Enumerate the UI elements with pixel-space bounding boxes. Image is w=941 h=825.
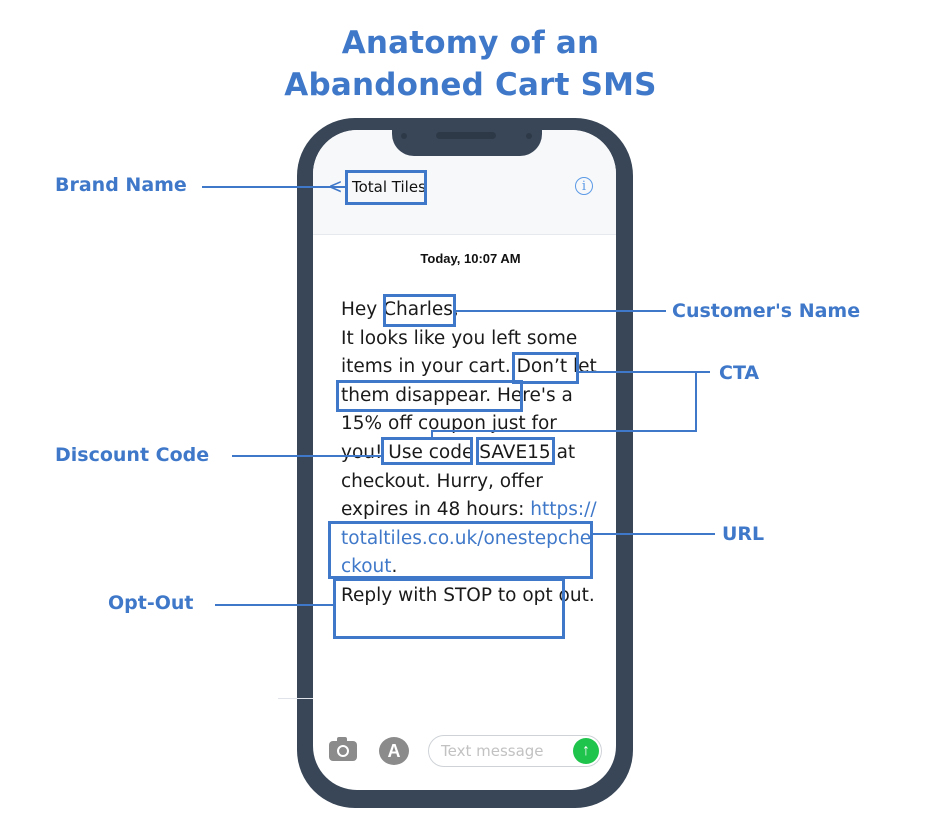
greeting: Hey	[341, 299, 384, 320]
label-cta: CTA	[719, 362, 760, 384]
opt-out-box	[333, 578, 565, 639]
cta-connector-bottom	[431, 430, 697, 432]
label-opt-out: Opt-Out	[108, 592, 194, 614]
app-store-icon[interactable]: A	[379, 737, 409, 765]
cta-connector-vertical	[695, 371, 697, 432]
text-message-placeholder: Text message	[441, 742, 544, 760]
label-customers-name: Customer's Name	[672, 300, 861, 322]
discount-code-connector	[232, 455, 381, 457]
sensor-dot	[401, 133, 407, 139]
camera-icon[interactable]	[329, 737, 357, 761]
label-url: URL	[722, 523, 765, 545]
customer-name-connector	[456, 310, 666, 312]
customer-name-box	[383, 294, 456, 327]
label-brand-name: Brand Name	[55, 174, 187, 196]
opt-out-connector	[215, 604, 333, 606]
camera-dot	[526, 133, 532, 139]
title-line-2: Abandoned Cart SMS	[284, 67, 657, 103]
url-box	[328, 521, 593, 579]
brand-name-connector	[202, 186, 345, 188]
label-discount-code: Discount Code	[55, 444, 210, 466]
title-line-1: Anatomy of an	[341, 25, 600, 61]
info-icon[interactable]: i	[575, 177, 593, 195]
speaker-grille	[436, 132, 496, 139]
url-connector	[593, 533, 715, 535]
cta-connector-top	[579, 371, 710, 373]
use-code-box	[381, 437, 473, 465]
brand-name-box	[345, 170, 427, 205]
cta-connector-drop	[431, 430, 433, 438]
send-arrow-icon[interactable]: ↑	[573, 738, 599, 764]
discount-code-box	[476, 437, 555, 465]
message-timestamp: Today, 10:07 AM	[420, 251, 521, 266]
divider	[278, 698, 313, 699]
cta-box-2	[336, 380, 523, 412]
